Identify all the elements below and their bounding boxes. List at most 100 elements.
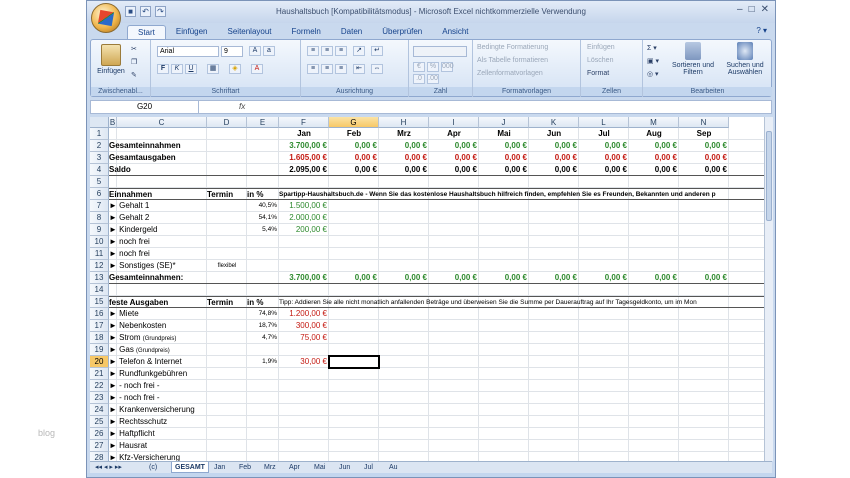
termin-value[interactable]: flexibel: [207, 260, 247, 272]
expense-item[interactable]: ► Haftpflicht: [109, 428, 207, 440]
row-header-21[interactable]: 21: [90, 368, 109, 380]
summary-value[interactable]: 0,00 €: [479, 140, 529, 152]
summary-label[interactable]: Gesamteinnahmen: [109, 140, 239, 152]
select-all-corner[interactable]: [90, 117, 109, 128]
expense-item[interactable]: ► Hausrat: [109, 440, 207, 452]
column-header-N[interactable]: N: [679, 117, 729, 128]
column-header-E[interactable]: E: [247, 117, 279, 128]
delete-cells-button[interactable]: Löschen: [587, 57, 613, 64]
income-item[interactable]: ► Gehalt 2: [109, 212, 207, 224]
fill-icon[interactable]: ▣ ▾: [647, 57, 659, 65]
percent-value[interactable]: [247, 428, 279, 440]
termin-value[interactable]: [207, 248, 247, 260]
month-header-Feb[interactable]: Feb: [329, 128, 379, 140]
row-header-27[interactable]: 27: [90, 440, 109, 452]
border-icon[interactable]: ▦: [207, 64, 219, 74]
expense-item[interactable]: ► Miete: [109, 308, 207, 320]
percent-value[interactable]: 4,7%: [247, 332, 279, 344]
row-header-17[interactable]: 17: [90, 320, 109, 332]
paste-button[interactable]: Einfügen: [97, 44, 125, 75]
summary-label[interactable]: Gesamtausgaben: [109, 152, 239, 164]
income-total-value[interactable]: 0,00 €: [629, 272, 679, 284]
row-header-12[interactable]: 12: [90, 260, 109, 272]
column-header-K[interactable]: K: [529, 117, 579, 128]
column-header-M[interactable]: M: [629, 117, 679, 128]
expense-item[interactable]: ► Gas (Grundpreis): [109, 344, 207, 356]
font-color-icon[interactable]: A: [251, 64, 263, 74]
jan-value[interactable]: [279, 404, 329, 416]
summary-value[interactable]: 0,00 €: [429, 152, 479, 164]
summary-value[interactable]: 0,00 €: [329, 140, 379, 152]
help-icon[interactable]: ? ▾: [756, 26, 767, 35]
sheet-tab-Feb[interactable]: Feb: [236, 462, 254, 473]
percent-value[interactable]: [247, 440, 279, 452]
expense-item[interactable]: ► Kfz-Versicherung: [109, 452, 207, 461]
jan-value[interactable]: [279, 392, 329, 404]
row-header-10[interactable]: 10: [90, 236, 109, 248]
format-as-table-button[interactable]: Als Tabelle formatieren: [477, 57, 548, 64]
row-header-25[interactable]: 25: [90, 416, 109, 428]
month-header-Apr[interactable]: Apr: [429, 128, 479, 140]
summary-value[interactable]: 0,00 €: [479, 164, 529, 176]
percent-value[interactable]: 40,5%: [247, 200, 279, 212]
tab-überprüfen[interactable]: Überprüfen: [372, 25, 432, 39]
fx-icon[interactable]: fx: [239, 101, 245, 113]
row-header-8[interactable]: 8: [90, 212, 109, 224]
percent-value[interactable]: [247, 392, 279, 404]
row-header-23[interactable]: 23: [90, 392, 109, 404]
expense-item[interactable]: ► Strom (Grundpreis): [109, 332, 207, 344]
income-item[interactable]: ► noch frei: [109, 248, 207, 260]
summary-value[interactable]: 3.700,00 €: [279, 140, 329, 152]
month-header-Jan[interactable]: Jan: [279, 128, 329, 140]
expense-item[interactable]: ► Krankenversicherung: [109, 404, 207, 416]
income-total-value[interactable]: 3.700,00 €: [279, 272, 329, 284]
align-right-icon[interactable]: ≡: [335, 64, 347, 74]
jan-value[interactable]: 1.200,00 €: [279, 308, 329, 320]
summary-value[interactable]: 0,00 €: [379, 152, 429, 164]
decrease-decimal-icon[interactable]: .00: [427, 74, 439, 84]
sheet-tab-Jan[interactable]: Jan: [211, 462, 228, 473]
column-header-C[interactable]: C: [117, 117, 207, 128]
sheet-tab-Apr[interactable]: Apr: [286, 462, 303, 473]
tab-start[interactable]: Start: [127, 25, 166, 39]
percent-value[interactable]: [247, 248, 279, 260]
jan-value[interactable]: 1.500,00 €: [279, 200, 329, 212]
row-header-13[interactable]: 13: [90, 272, 109, 284]
thousands-icon[interactable]: 000: [441, 62, 454, 72]
termin-value[interactable]: [207, 236, 247, 248]
sort-filter-button[interactable]: Sortieren und Filtern: [671, 42, 715, 76]
sheet-tab-Mai[interactable]: Mai: [311, 462, 328, 473]
summary-value[interactable]: 0,00 €: [379, 164, 429, 176]
termin-value[interactable]: [207, 200, 247, 212]
format-painter-icon[interactable]: ✎: [131, 71, 137, 79]
row-header-1[interactable]: 1: [90, 128, 109, 140]
row-header-5[interactable]: 5: [90, 176, 109, 188]
summary-value[interactable]: 0,00 €: [679, 164, 729, 176]
expense-item[interactable]: ► Telefon & Internet: [109, 356, 207, 368]
selected-cell[interactable]: [328, 355, 380, 369]
summary-value[interactable]: 0,00 €: [629, 164, 679, 176]
summary-value[interactable]: 0,00 €: [679, 140, 729, 152]
income-total-value[interactable]: 0,00 €: [679, 272, 729, 284]
row-header-24[interactable]: 24: [90, 404, 109, 416]
income-item[interactable]: ► Sonstiges (SE)*: [109, 260, 207, 272]
vertical-scrollbar[interactable]: [764, 117, 773, 461]
summary-value[interactable]: 0,00 €: [329, 164, 379, 176]
jan-value[interactable]: 30,00 €: [279, 356, 329, 368]
summary-value[interactable]: 0,00 €: [529, 140, 579, 152]
row-header-3[interactable]: 3: [90, 152, 109, 164]
number-format-select[interactable]: [413, 46, 467, 57]
fill-color-icon[interactable]: ◈: [229, 64, 241, 74]
summary-label[interactable]: Saldo: [109, 164, 239, 176]
sheet-tab-Mrz[interactable]: Mrz: [261, 462, 279, 473]
percent-value[interactable]: [247, 260, 279, 272]
sheet-tab-Jul[interactable]: Jul: [361, 462, 376, 473]
percent-value[interactable]: [247, 380, 279, 392]
percent-value[interactable]: [247, 344, 279, 356]
column-header-D[interactable]: D: [207, 117, 247, 128]
tab-einfügen[interactable]: Einfügen: [166, 25, 218, 39]
row-header-11[interactable]: 11: [90, 248, 109, 260]
underline-button[interactable]: U: [185, 64, 197, 74]
autosum-icon[interactable]: Σ ▾: [647, 44, 657, 52]
percent-value[interactable]: [247, 368, 279, 380]
